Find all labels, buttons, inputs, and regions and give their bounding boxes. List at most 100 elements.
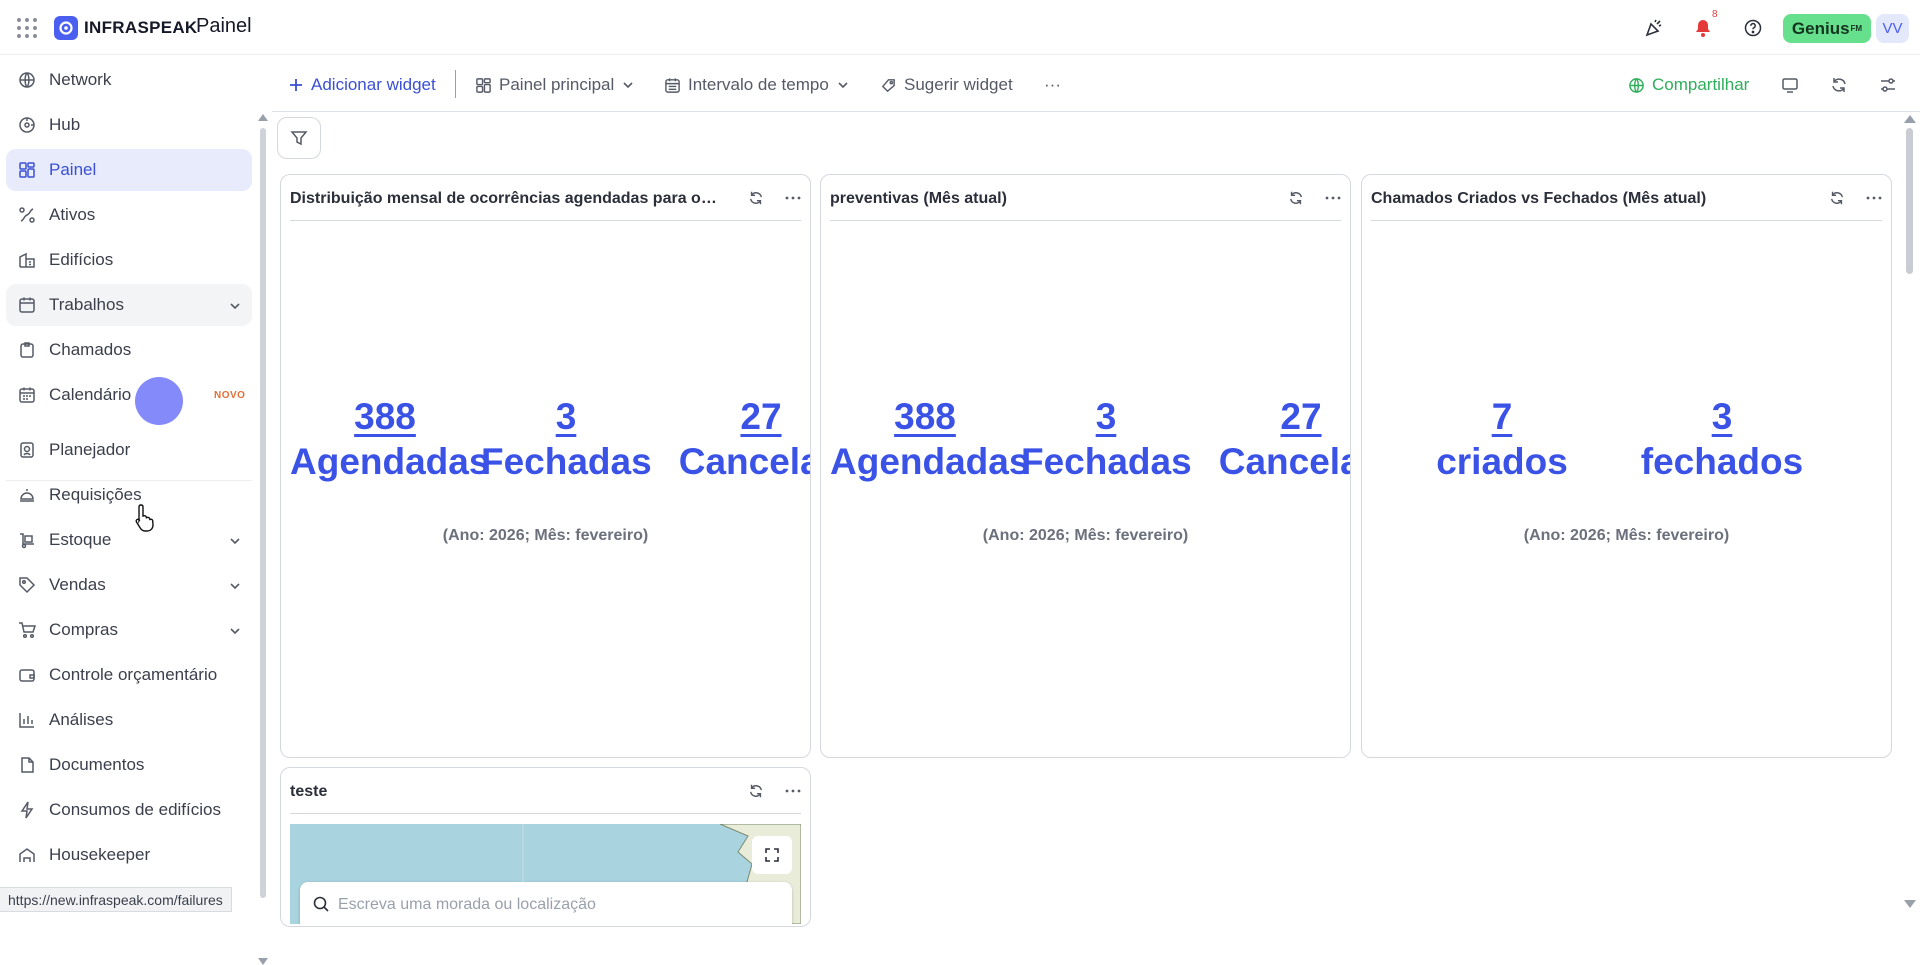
chevron-down-icon: [838, 82, 848, 89]
refresh-icon[interactable]: [1288, 190, 1304, 206]
sidebar-item-edificios[interactable]: Edifícios: [6, 239, 252, 281]
dashboard-icon: [476, 77, 491, 93]
wallet-icon: [18, 666, 36, 684]
refresh-icon[interactable]: [1829, 190, 1845, 206]
page-title: Painel: [196, 15, 252, 37]
fullscreen-button[interactable]: [752, 836, 792, 874]
sidebar-item-label: Documentos: [49, 755, 145, 774]
suggest-icon: [881, 78, 895, 92]
sidebar-item-chamados[interactable]: Chamados: [6, 329, 252, 371]
chevron-down-icon[interactable]: [228, 299, 242, 313]
kpi-label: Agendadas: [830, 441, 1030, 482]
chevron-down-icon[interactable]: [228, 624, 242, 638]
kpi-cancelled[interactable]: 27 Cancelad: [661, 395, 810, 485]
more-options-icon[interactable]: [1865, 190, 1883, 206]
filter-button[interactable]: [277, 117, 321, 159]
map-search-box[interactable]: Escreva uma morada ou localização: [300, 882, 792, 924]
sidebar-item-ativos[interactable]: Ativos: [6, 194, 252, 236]
time-interval-dropdown[interactable]: Intervalo de tempo: [664, 73, 850, 97]
kpi-closed[interactable]: 3 Fechadas: [1021, 395, 1192, 485]
more-options-icon[interactable]: [784, 783, 802, 799]
document-icon: [18, 756, 36, 774]
assets-icon: [18, 206, 36, 224]
logo-text: INFRASPEAK: [84, 18, 198, 37]
monitor-icon: [1782, 78, 1798, 93]
bolt-icon: [18, 801, 36, 819]
cursor-highlight: [135, 377, 183, 425]
refresh-icon[interactable]: [748, 783, 764, 799]
sidebar-scroll-down[interactable]: [258, 958, 268, 965]
more-options-icon[interactable]: [784, 190, 802, 206]
kpi-closed[interactable]: 3 fechados: [1622, 395, 1822, 485]
sidebar-scrollbar[interactable]: [260, 128, 266, 898]
sidebar-item-estoque[interactable]: Estoque: [6, 519, 252, 561]
kpi-value[interactable]: 388: [290, 395, 480, 439]
more-options-icon[interactable]: [1324, 190, 1342, 206]
calendar-icon: [18, 386, 36, 404]
kpi-value[interactable]: 27: [661, 395, 810, 439]
map-view[interactable]: Escreva uma morada ou localização: [290, 824, 801, 924]
chevron-down-icon: [623, 82, 633, 89]
sidebar-item-documentos[interactable]: Documentos: [6, 744, 252, 786]
sidebar-scroll-up[interactable]: [258, 114, 268, 121]
party-popper-icon[interactable]: [1642, 16, 1666, 40]
kpi-created[interactable]: 7 criados: [1402, 395, 1602, 485]
kpi-scheduled[interactable]: 388 Agendadas: [830, 395, 1030, 485]
globe-icon: [1629, 77, 1644, 93]
help-icon[interactable]: [1741, 16, 1765, 40]
sidebar-item-planejador[interactable]: Planejador: [6, 429, 252, 471]
kpi-label: Cancelad: [1218, 441, 1350, 482]
kpi-closed[interactable]: 3 Fechadas: [481, 395, 652, 485]
kpi-value[interactable]: 7: [1402, 395, 1602, 439]
settings-button[interactable]: [1879, 73, 1897, 97]
kpi-value[interactable]: 3: [1021, 395, 1191, 439]
chevron-down-icon[interactable]: [228, 579, 242, 593]
cart-icon: [18, 621, 36, 639]
add-widget-button[interactable]: Adicionar widget: [288, 73, 436, 97]
main-scrollbar[interactable]: [1906, 128, 1913, 274]
main-scroll-up[interactable]: [1904, 115, 1916, 123]
user-avatar[interactable]: VV: [1876, 14, 1909, 43]
apps-grid-icon[interactable]: [17, 18, 37, 38]
chevron-down-icon[interactable]: [228, 534, 242, 548]
sidebar-item-painel[interactable]: Painel: [6, 149, 252, 191]
sidebar-item-housekeeper[interactable]: Housekeeper: [6, 834, 252, 876]
sidebar-item-network[interactable]: Network: [6, 59, 252, 101]
kpi-value[interactable]: 3: [1622, 395, 1822, 439]
kpi-value[interactable]: 27: [1201, 395, 1350, 439]
share-button[interactable]: Compartilhar: [1628, 73, 1749, 97]
top-bar: INFRASPEAK Painel 8 Genius FM VV: [0, 0, 1920, 55]
time-interval-label: Intervalo de tempo: [688, 75, 829, 94]
toolbar-more-button[interactable]: ···: [1044, 73, 1061, 97]
share-label: Compartilhar: [1652, 75, 1750, 94]
filter-icon: [290, 131, 308, 146]
kpi-cancelled[interactable]: 27 Cancelad: [1201, 395, 1350, 485]
search-icon: [313, 896, 329, 912]
kpi-scheduled[interactable]: 388 Agendadas: [290, 395, 489, 485]
refresh-icon: [1832, 78, 1846, 92]
kpi-value[interactable]: 3: [481, 395, 651, 439]
sidebar-item-hub[interactable]: Hub: [6, 104, 252, 146]
sidebar-item-vendas[interactable]: Vendas: [6, 564, 252, 606]
widget-period: (Ano: 2026; Mês: fevereiro): [1523, 527, 1730, 544]
refresh-dashboard-button[interactable]: [1830, 73, 1848, 97]
infraspeak-logo[interactable]: INFRASPEAK: [54, 16, 198, 40]
widget-tickets-created-vs-closed: Chamados Criados vs Fechados (Mês atual)…: [1361, 174, 1892, 758]
sidebar-item-calendario[interactable]: Calendário NOVO: [6, 374, 252, 416]
bell-service-icon: [18, 486, 36, 504]
sidebar-item-analises[interactable]: Análises: [6, 699, 252, 741]
sliders-icon: [1881, 78, 1895, 92]
kpi-value[interactable]: 388: [830, 395, 1020, 439]
refresh-icon[interactable]: [748, 190, 764, 206]
sidebar-item-consumos-de-edificios[interactable]: Consumos de edifícios: [6, 789, 252, 831]
genius-fm-button[interactable]: Genius FM: [1783, 14, 1871, 43]
sidebar-item-trabalhos[interactable]: Trabalhos: [6, 284, 252, 326]
main-panel-dropdown[interactable]: Painel principal: [475, 73, 635, 97]
sidebar-item-compras[interactable]: Compras: [6, 609, 252, 651]
sidebar-item-controle-orcamentario[interactable]: Controle orçamentário: [6, 654, 252, 696]
tv-mode-button[interactable]: [1781, 73, 1799, 97]
map-search-placeholder: Escreva uma morada ou localização: [338, 896, 596, 913]
suggest-widget-button[interactable]: Sugerir widget: [880, 73, 1013, 97]
sidebar-item-requisicoes[interactable]: Requisições: [6, 474, 252, 516]
main-scroll-down[interactable]: [1904, 900, 1916, 908]
